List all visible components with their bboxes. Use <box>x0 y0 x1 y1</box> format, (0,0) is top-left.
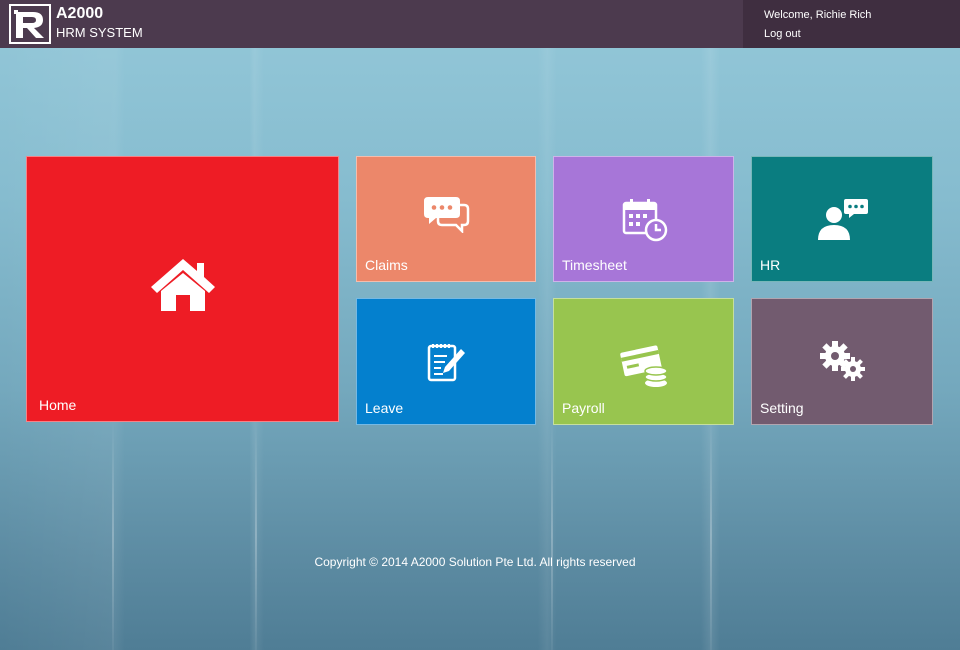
home-icon <box>151 259 215 311</box>
tile-claims[interactable]: Claims <box>356 156 536 282</box>
top-bar: A2000 HRM SYSTEM Welcome, Richie Rich Lo… <box>0 0 960 48</box>
calendar-clock-icon <box>622 199 668 242</box>
brand-title: A2000 <box>56 5 104 22</box>
tile-label: Payroll <box>562 400 605 416</box>
tile-label: HR <box>760 257 781 273</box>
logout-link[interactable]: Log out <box>764 28 801 40</box>
user-panel <box>743 0 960 48</box>
logo[interactable] <box>9 4 51 44</box>
clipboard-pen-icon <box>427 344 465 382</box>
brand-subtitle: HRM SYSTEM <box>56 25 143 40</box>
tile-label: Home <box>39 397 77 413</box>
tile-label: Leave <box>365 400 404 416</box>
tile-label: Timesheet <box>562 257 627 273</box>
card-coins-icon <box>620 345 668 387</box>
logo-r-icon <box>14 10 44 38</box>
background-streak <box>710 420 712 650</box>
tile-timesheet[interactable]: Timesheet <box>553 156 734 282</box>
user-chat-icon <box>818 199 868 240</box>
background-streak <box>551 420 553 650</box>
tile-label: Claims <box>365 257 408 273</box>
tile-home[interactable]: Home <box>26 156 339 422</box>
tile-label: Setting <box>760 400 804 416</box>
chat-bubbles-icon <box>424 197 470 233</box>
background-streak <box>112 420 114 650</box>
gears-icon <box>820 341 865 381</box>
tile-setting[interactable]: Setting <box>751 298 933 425</box>
copyright-footer: Copyright © 2014 A2000 Solution Pte Ltd.… <box>314 555 636 569</box>
tile-hr[interactable]: HR <box>751 156 933 282</box>
welcome-text: Welcome, Richie Rich <box>764 9 872 21</box>
tile-leave[interactable]: Leave <box>356 298 536 425</box>
tile-payroll[interactable]: Payroll <box>553 298 734 425</box>
background-streak <box>255 420 257 650</box>
